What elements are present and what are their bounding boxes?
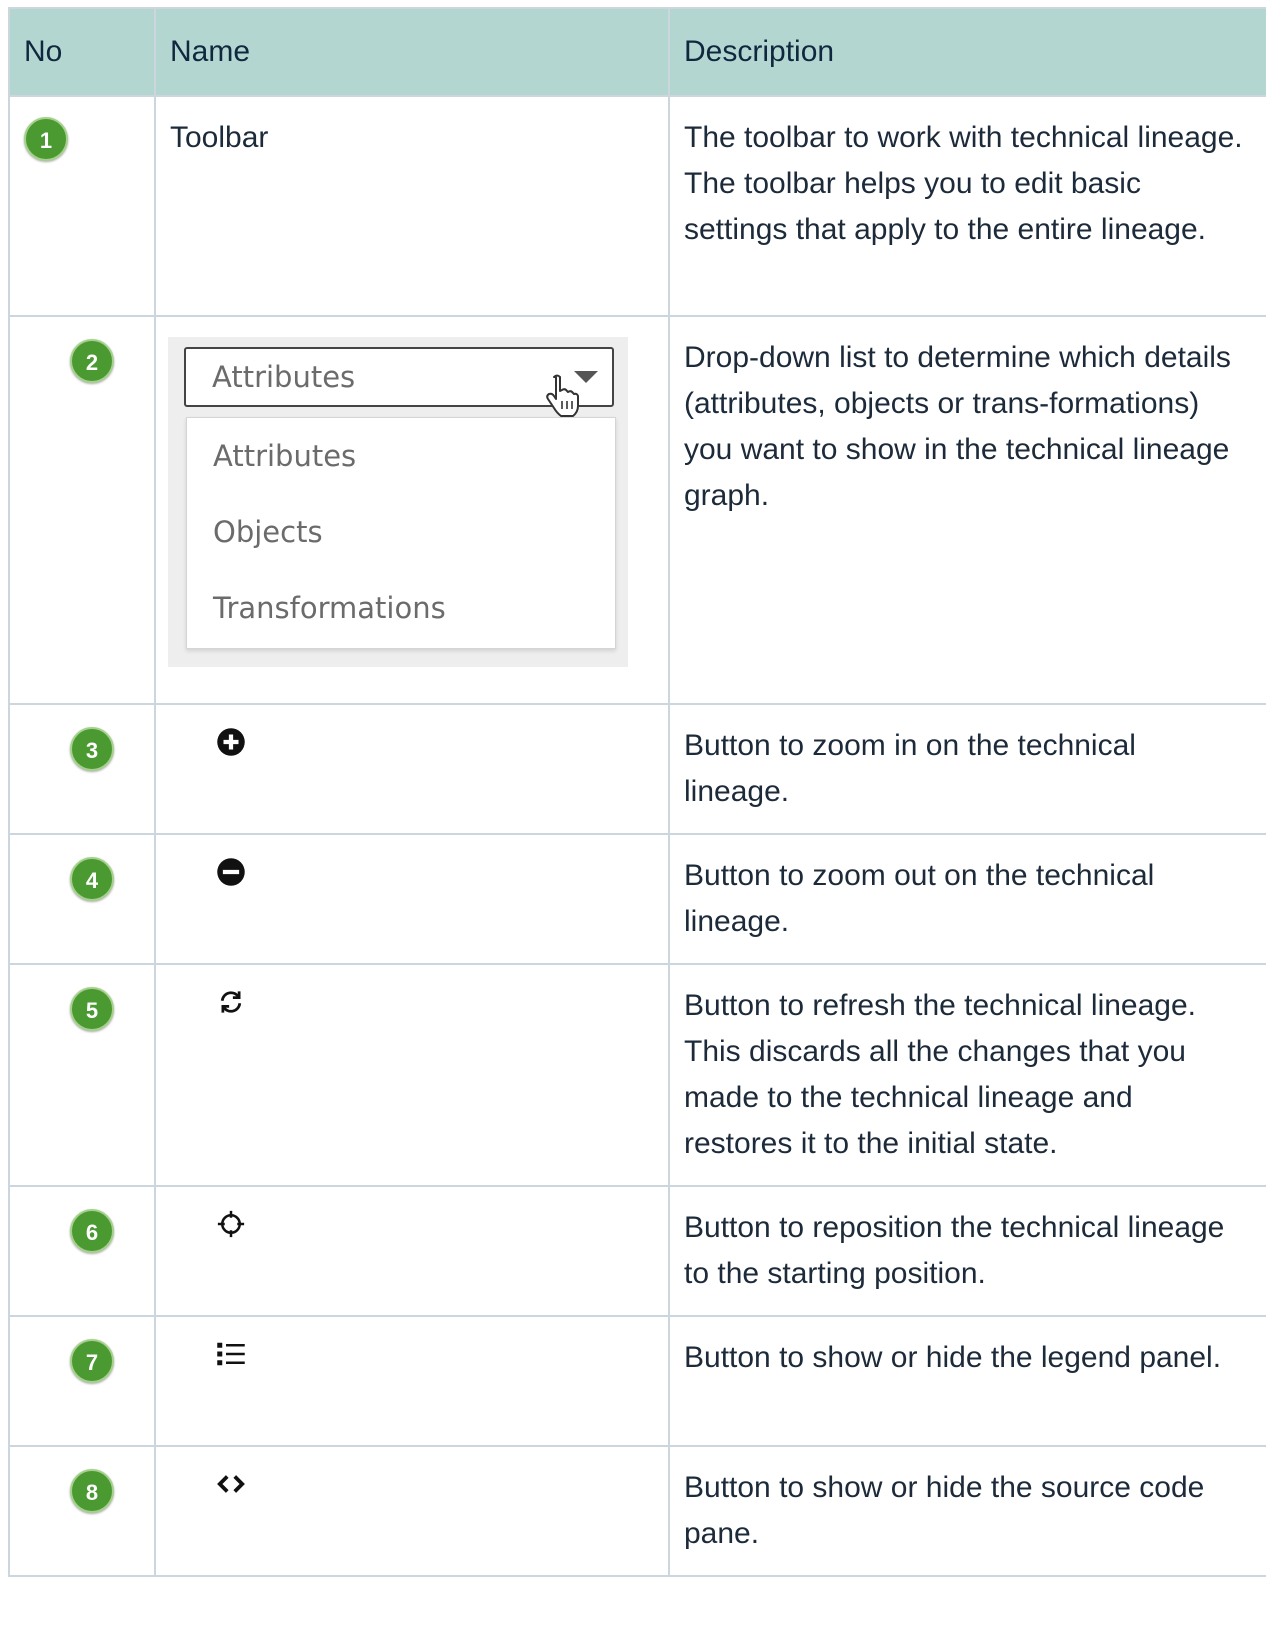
row-description-cell: Button to show or hide the source code p…	[668, 1445, 1266, 1577]
step-badge: 5	[70, 987, 114, 1031]
row-name-cell	[154, 1315, 670, 1447]
list-icon	[217, 1342, 245, 1366]
row-description-cell: Button to show or hide the legend panel.	[668, 1315, 1266, 1447]
dropdown-screenshot: Attributes Attributes Objects Transforma…	[168, 337, 628, 667]
row-number-cell: 1	[8, 95, 156, 317]
row-description-cell: Button to refresh the technical lineage.…	[668, 963, 1266, 1187]
table-row: 6 Button to reposition the technical lin…	[8, 1185, 1266, 1317]
step-badge: 1	[24, 117, 68, 161]
row-description-cell: Button to zoom out on the technical line…	[668, 833, 1266, 965]
table-row: 4 Button to zoom out on the technical li…	[8, 833, 1266, 965]
row-description: Button to refresh the technical lineage.…	[684, 989, 1196, 1160]
table-row: 2 Attributes Attributes Objects Transfor…	[8, 315, 1266, 705]
row-number-cell: 8	[8, 1445, 156, 1577]
dropdown-option[interactable]: Attributes	[187, 418, 615, 494]
row-description: Button to reposition the technical linea…	[684, 1211, 1225, 1290]
row-description: Drop-down list to determine which detail…	[684, 341, 1231, 512]
table-row: 7 Button to show or hide the legend pane…	[8, 1315, 1266, 1447]
row-name-cell	[154, 703, 670, 835]
dropdown-selected-value: Attributes	[212, 360, 356, 394]
row-number-cell: 7	[8, 1315, 156, 1447]
step-badge: 7	[70, 1339, 114, 1383]
row-description-cell: Button to reposition the technical linea…	[668, 1185, 1266, 1317]
row-number-cell: 3	[8, 703, 156, 835]
table-row: 8 Button to show or hide the source code…	[8, 1445, 1266, 1577]
row-number-cell: 6	[8, 1185, 156, 1317]
table-row: 5 Button to refresh the technical lineag…	[8, 963, 1266, 1187]
row-description-cell: Button to zoom in on the technical linea…	[668, 703, 1266, 835]
row-description: The toolbar to work with technical linea…	[684, 121, 1243, 246]
step-badge: 3	[70, 727, 114, 771]
row-name-cell: Attributes Attributes Objects Transforma…	[154, 315, 670, 705]
zoom-out-icon	[217, 858, 245, 886]
dropdown-option[interactable]: Objects	[187, 494, 615, 570]
row-number-cell: 5	[8, 963, 156, 1187]
row-description: Button to show or hide the source code p…	[684, 1471, 1205, 1550]
crosshair-icon	[217, 1210, 245, 1238]
step-badge: 8	[70, 1469, 114, 1513]
feature-table: No Name Description 1 Toolbar The toolba…	[8, 7, 1266, 1577]
step-badge: 6	[70, 1209, 114, 1253]
row-description: Button to show or hide the legend panel.	[684, 1341, 1222, 1374]
row-name-cell	[154, 833, 670, 965]
row-name-cell: Toolbar	[154, 95, 670, 317]
header-description: Description	[668, 7, 1266, 97]
table-header-row: No Name Description	[8, 7, 1266, 97]
row-description-cell: Drop-down list to determine which detail…	[668, 315, 1266, 705]
row-number-cell: 2	[8, 315, 156, 705]
row-name-cell	[154, 1445, 670, 1577]
row-description: Button to zoom in on the technical linea…	[684, 729, 1136, 808]
refresh-icon	[220, 991, 242, 1013]
hand-cursor-icon	[546, 374, 579, 417]
header-no: No	[8, 7, 156, 97]
header-name: Name	[154, 7, 670, 97]
row-name-cell	[154, 1185, 670, 1317]
step-badge: 4	[70, 857, 114, 901]
table-row: 1 Toolbar The toolbar to work with techn…	[8, 95, 1266, 317]
dropdown-menu: Attributes Objects Transformations	[186, 417, 616, 649]
row-description-cell: The toolbar to work with technical linea…	[668, 95, 1266, 317]
row-name: Toolbar	[170, 121, 269, 154]
table-row: 3 Button to zoom in on the technical lin…	[8, 703, 1266, 835]
zoom-in-icon	[217, 728, 245, 756]
step-badge: 2	[70, 339, 114, 383]
row-description: Button to zoom out on the technical line…	[684, 859, 1155, 938]
dropdown-option[interactable]: Transformations	[187, 570, 615, 646]
code-icon	[217, 1475, 245, 1493]
row-number-cell: 4	[8, 833, 156, 965]
row-name-cell	[154, 963, 670, 1187]
